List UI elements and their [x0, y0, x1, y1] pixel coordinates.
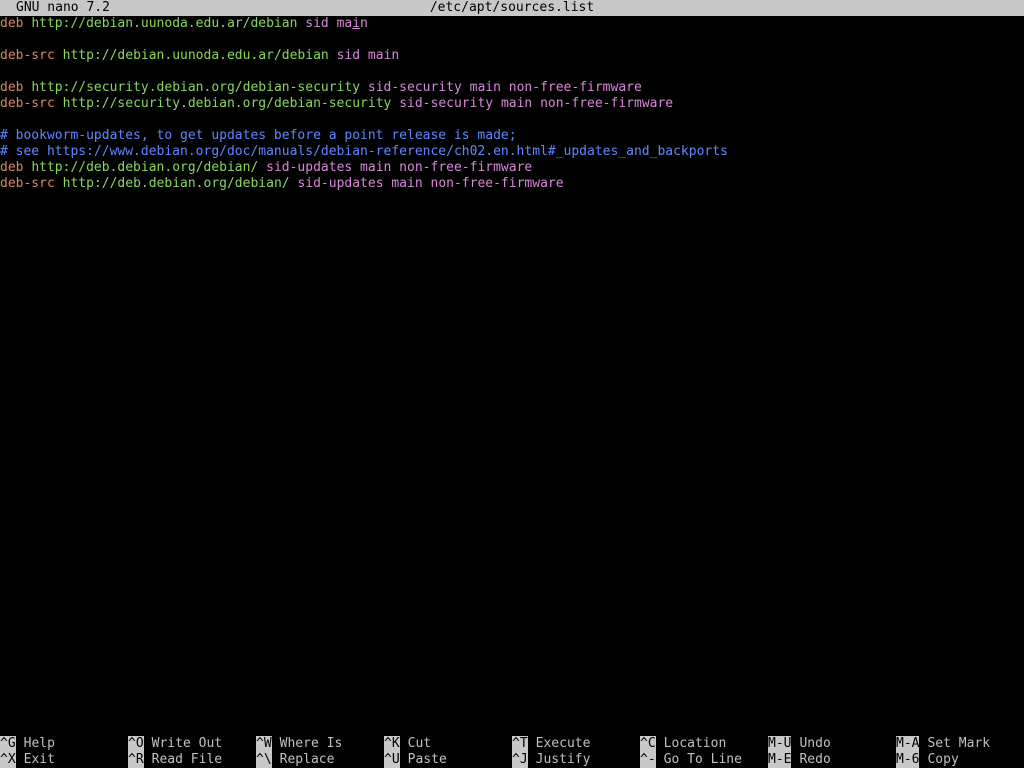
editor-area[interactable]: deb http://debian.uunoda.edu.ar/debian s… [0, 16, 1024, 728]
shortcut-label: Justify [535, 752, 591, 767]
shortcut-label: Copy [927, 752, 959, 767]
shortcut-key: ^T [512, 736, 528, 752]
shortcut-key: ^J [512, 752, 528, 768]
comment-line[interactable]: # see https://www.debian.org/doc/manuals… [0, 144, 1024, 160]
shortcut-key: ^G [0, 736, 16, 752]
shortcut-where-is[interactable]: ^W Where Is [256, 736, 342, 752]
shortcut-key: ^X [0, 752, 16, 768]
empty-line[interactable] [0, 32, 1024, 48]
shortcut-key: ^\ [256, 752, 272, 768]
shortcut-go-to-line[interactable]: ^- Go To Line [640, 752, 742, 768]
shortcut-label: Undo [799, 736, 831, 751]
shortcut-replace[interactable]: ^\ Replace [256, 752, 334, 768]
line-components: main non-free-firmware [360, 160, 533, 175]
line-components: main [336, 16, 368, 31]
shortcut-copy[interactable]: M-6 Copy [896, 752, 959, 768]
shortcut-label: Go To Line [663, 752, 742, 767]
shortcut-label: Paste [407, 752, 447, 767]
editor-line[interactable]: deb-src http://debian.uunoda.edu.ar/debi… [0, 48, 1024, 64]
shortcut-cut[interactable]: ^K Cut [384, 736, 431, 752]
editor-line[interactable]: deb-src http://deb.debian.org/debian/ si… [0, 176, 1024, 192]
line-url: http://debian.uunoda.edu.ar/debian [62, 48, 329, 63]
shortcut-label: Set Mark [927, 736, 991, 751]
shortcut-label: Redo [799, 752, 831, 767]
line-suite: sid-updates [266, 160, 353, 175]
shortcut-set-mark[interactable]: M-A Set Mark [896, 736, 990, 752]
line-url: http://deb.debian.org/debian/ [62, 176, 290, 191]
line-url: http://security.debian.org/debian-securi… [31, 80, 361, 95]
shortcut-redo[interactable]: M-E Redo [768, 752, 831, 768]
line-suite: sid-updates [297, 176, 384, 191]
shortcut-key: ^W [256, 736, 272, 752]
line-keyword: deb [0, 80, 24, 95]
shortcut-label: Replace [279, 752, 335, 767]
line-url: http://debian.uunoda.edu.ar/debian [31, 16, 298, 31]
shortcut-label: Where Is [279, 736, 343, 751]
shortcut-label: Exit [23, 752, 55, 767]
line-keyword: deb-src [0, 48, 55, 63]
shortcut-key: ^U [384, 752, 400, 768]
shortcut-label: Write Out [151, 736, 223, 751]
editor-line[interactable]: deb-src http://security.debian.org/debia… [0, 96, 1024, 112]
shortcut-location[interactable]: ^C Location [640, 736, 726, 752]
shortcut-write-out[interactable]: ^O Write Out [128, 736, 222, 752]
line-keyword: deb-src [0, 176, 55, 191]
editor-line[interactable]: deb http://deb.debian.org/debian/ sid-up… [0, 160, 1024, 176]
comment-line[interactable]: # bookworm-updates, to get updates befor… [0, 128, 1024, 144]
text-cursor: i [352, 16, 361, 31]
line-suite: sid-security [367, 80, 462, 95]
shortcut-paste[interactable]: ^U Paste [384, 752, 447, 768]
line-components: main [367, 48, 400, 63]
file-name: /etc/apt/sources.list [429, 0, 595, 15]
title-bar: GNU nano 7.2 /etc/apt/sources.list [0, 0, 1024, 16]
shortcut-undo[interactable]: M-U Undo [768, 736, 831, 752]
empty-line[interactable] [0, 112, 1024, 128]
line-keyword: deb [0, 160, 24, 175]
line-components: main non-free-firmware [391, 176, 564, 191]
line-keyword: deb [0, 16, 24, 31]
line-url: http://security.debian.org/debian-securi… [62, 96, 392, 111]
shortcut-key: ^O [128, 736, 144, 752]
shortcut-key: ^C [640, 736, 656, 752]
line-suite: sid [336, 48, 361, 63]
shortcut-key: M-U [768, 736, 792, 752]
shortcut-key: ^K [384, 736, 400, 752]
empty-line[interactable] [0, 64, 1024, 80]
line-keyword: deb-src [0, 96, 55, 111]
shortcut-read-file[interactable]: ^R Read File [128, 752, 222, 768]
shortcut-key: ^- [640, 752, 656, 768]
line-suite: sid [305, 16, 329, 31]
shortcut-label: Execute [535, 736, 591, 751]
shortcut-key: M-A [896, 736, 920, 752]
shortcut-execute[interactable]: ^T Execute [512, 736, 590, 752]
shortcut-key: ^R [128, 752, 144, 768]
shortcut-exit[interactable]: ^X Exit [0, 752, 55, 768]
line-suite: sid-security [399, 96, 494, 111]
editor-line[interactable]: deb http://debian.uunoda.edu.ar/debian s… [0, 16, 1024, 32]
line-components: main non-free-firmware [469, 80, 642, 95]
line-url: http://deb.debian.org/debian/ [31, 160, 259, 175]
shortcut-bar: ^G Help ^X Exit ^O Write Out ^R Read File ^W… [0, 736, 1024, 768]
shortcut-key: M-E [768, 752, 792, 768]
shortcut-help[interactable]: ^G Help [0, 736, 55, 752]
editor-line[interactable]: deb http://security.debian.org/debian-se… [0, 80, 1024, 96]
shortcut-label: Help [23, 736, 55, 751]
shortcut-label: Read File [151, 752, 223, 767]
shortcut-label: Cut [407, 736, 432, 751]
shortcut-justify[interactable]: ^J Justify [512, 752, 590, 768]
line-components: main non-free-firmware [500, 96, 674, 111]
shortcut-label: Location [663, 736, 727, 751]
shortcut-key: M-6 [896, 752, 920, 768]
